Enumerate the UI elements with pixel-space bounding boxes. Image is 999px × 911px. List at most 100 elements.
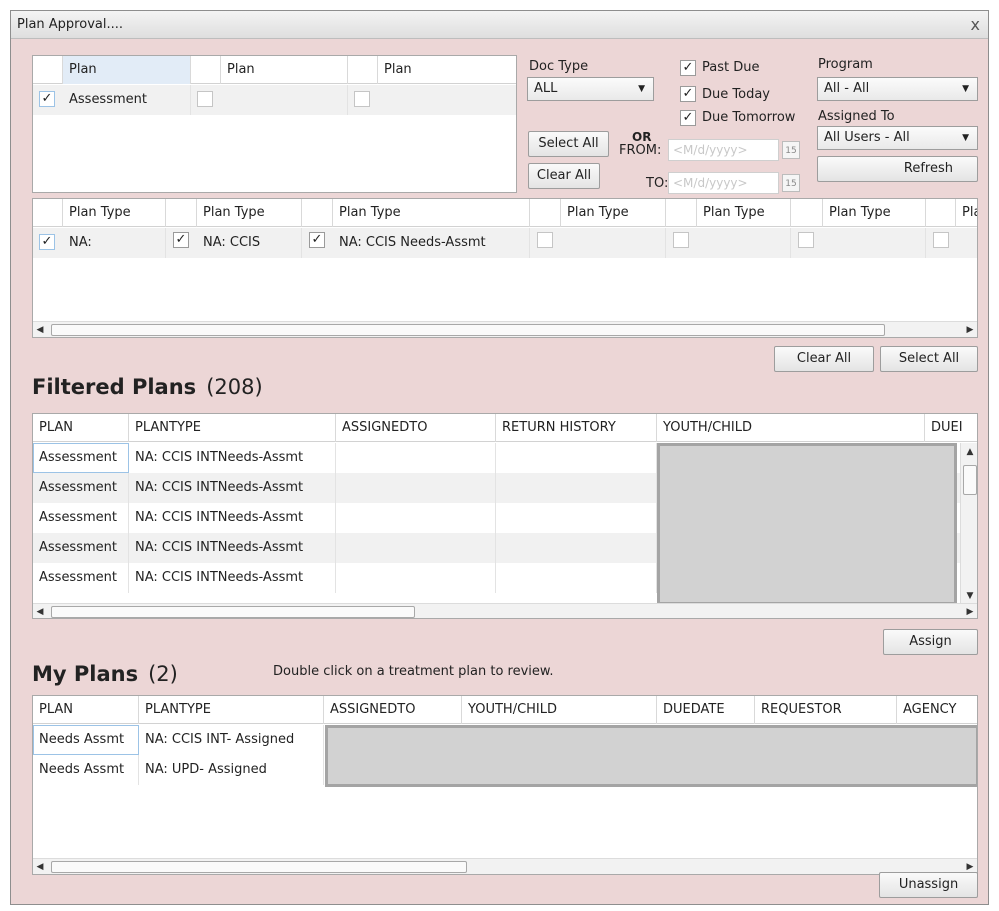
program-select[interactable]: All - All ▼ xyxy=(817,77,978,101)
scroll-right-icon[interactable]: ▶ xyxy=(963,604,977,618)
scroll-left-icon[interactable]: ◀ xyxy=(33,604,47,618)
plantype-cell[interactable]: NA: CCIS INT- Assigned xyxy=(139,725,324,755)
select-all-plans-button[interactable]: Select All xyxy=(528,131,609,157)
plantype-cell[interactable]: NA: CCIS INTNeeds-Assmt xyxy=(129,503,336,533)
col-plan[interactable]: PLAN xyxy=(33,696,139,724)
plan-type-checkbox-5[interactable] xyxy=(673,232,689,248)
plan-cell-3[interactable] xyxy=(378,85,516,115)
clear-all-types-button[interactable]: Clear All xyxy=(774,346,874,372)
col-plantype[interactable]: PLANTYPE xyxy=(139,696,324,724)
col-youth-child[interactable]: YOUTH/CHILD xyxy=(462,696,657,724)
plan-type-cell-4[interactable] xyxy=(561,228,666,258)
past-due-checkbox[interactable]: ✓ xyxy=(680,60,696,76)
my-plans-hscrollbar[interactable]: ◀ ▶ xyxy=(33,858,977,874)
scroll-right-icon[interactable]: ▶ xyxy=(963,322,977,337)
to-date-input[interactable]: <M/d/yyyy> xyxy=(668,172,779,194)
plan-cell[interactable]: Assessment xyxy=(33,473,129,503)
plan-cell[interactable]: Assessment xyxy=(33,503,129,533)
plan-checkbox-2[interactable] xyxy=(197,91,213,107)
plan-cell[interactable]: Assessment xyxy=(33,563,129,593)
return-history-cell[interactable] xyxy=(496,473,657,503)
due-today-checkbox[interactable]: ✓ xyxy=(680,86,696,102)
return-history-cell[interactable] xyxy=(496,443,657,473)
scroll-thumb[interactable] xyxy=(51,324,885,336)
doc-type-select[interactable]: ALL ▼ xyxy=(527,77,654,101)
plan-type-header-6[interactable]: Plan Type xyxy=(823,199,926,227)
scroll-left-icon[interactable]: ◀ xyxy=(33,859,47,874)
refresh-button[interactable]: Refresh xyxy=(817,156,978,182)
plan-type-checkbox-1[interactable]: ✓ xyxy=(39,234,55,250)
col-assignedto[interactable]: ASSIGNEDTO xyxy=(336,414,496,442)
assignedto-cell[interactable] xyxy=(336,443,496,473)
filtered-plans-vscrollbar[interactable]: ▲ ▼ xyxy=(960,443,977,605)
plan-grid-header-3[interactable]: Plan xyxy=(378,56,516,84)
filtered-plans-hscrollbar[interactable]: ◀ ▶ xyxy=(33,603,977,618)
close-icon[interactable]: x xyxy=(971,15,980,34)
plan-type-cell-5[interactable] xyxy=(697,228,791,258)
unassign-button[interactable]: Unassign xyxy=(879,872,978,898)
plantype-cell[interactable]: NA: CCIS INTNeeds-Assmt xyxy=(129,473,336,503)
assignedto-cell[interactable] xyxy=(336,533,496,563)
plan-type-header-4[interactable]: Plan Type xyxy=(561,199,666,227)
plan-type-checkbox-3[interactable]: ✓ xyxy=(309,232,325,248)
plan-grid-header-2[interactable]: Plan xyxy=(221,56,348,84)
plan-cell[interactable]: Needs Assmt xyxy=(33,755,139,785)
assignedto-cell[interactable] xyxy=(336,503,496,533)
plan-cell[interactable]: Needs Assmt xyxy=(33,725,139,755)
to-calendar-icon[interactable]: 15 xyxy=(782,174,800,192)
assign-button[interactable]: Assign xyxy=(883,629,978,655)
col-duedate[interactable]: DUEI xyxy=(925,414,965,442)
col-assignedto[interactable]: ASSIGNEDTO xyxy=(324,696,462,724)
plan-cell[interactable]: Assessment xyxy=(33,533,129,563)
scroll-thumb[interactable] xyxy=(51,606,415,618)
assignedto-cell[interactable] xyxy=(336,563,496,593)
assigned-to-select[interactable]: All Users - All ▼ xyxy=(817,126,978,150)
plantype-cell[interactable]: NA: CCIS INTNeeds-Assmt xyxy=(129,563,336,593)
plan-cell-2[interactable] xyxy=(221,85,348,115)
plan-type-header-7[interactable]: Pla xyxy=(956,199,977,227)
plan-type-checkbox-2[interactable]: ✓ xyxy=(173,232,189,248)
plan-type-cell-3[interactable]: NA: CCIS Needs-Assmt xyxy=(333,228,530,258)
select-all-types-button[interactable]: Select All xyxy=(880,346,978,372)
scroll-thumb[interactable] xyxy=(51,861,467,873)
plan-type-header-2[interactable]: Plan Type xyxy=(197,199,302,227)
return-history-cell[interactable] xyxy=(496,503,657,533)
plan-type-cell-6[interactable] xyxy=(823,228,926,258)
plan-type-checkbox-6[interactable] xyxy=(798,232,814,248)
plan-checkbox-3[interactable] xyxy=(354,91,370,107)
assignedto-cell[interactable] xyxy=(336,473,496,503)
scroll-left-icon[interactable]: ◀ xyxy=(33,322,47,337)
plan-type-checkbox-4[interactable] xyxy=(537,232,553,248)
plan-type-header-1[interactable]: Plan Type xyxy=(63,199,166,227)
col-return-history[interactable]: RETURN HISTORY xyxy=(496,414,657,442)
plan-checkbox-1[interactable]: ✓ xyxy=(39,91,55,107)
plan-cell-1[interactable]: Assessment xyxy=(63,85,191,115)
plan-cell[interactable]: Assessment xyxy=(33,443,129,473)
return-history-cell[interactable] xyxy=(496,533,657,563)
plan-grid-row[interactable]: ✓ Assessment xyxy=(33,85,516,115)
clear-all-plans-button[interactable]: Clear All xyxy=(528,163,600,189)
scroll-up-icon[interactable]: ▲ xyxy=(961,445,977,459)
plan-type-checkbox-7[interactable] xyxy=(933,232,949,248)
from-calendar-icon[interactable]: 15 xyxy=(782,141,800,159)
from-date-input[interactable]: <M/d/yyyy> xyxy=(668,139,779,161)
plan-type-cell-1[interactable]: NA: xyxy=(63,228,166,258)
scroll-down-icon[interactable]: ▼ xyxy=(961,589,977,603)
plan-type-header-5[interactable]: Plan Type xyxy=(697,199,791,227)
col-youth-child[interactable]: YOUTH/CHILD xyxy=(657,414,925,442)
col-agency[interactable]: AGENCY xyxy=(897,696,977,724)
plan-type-hscrollbar[interactable]: ◀ ▶ xyxy=(33,321,977,337)
plan-type-cell-7[interactable] xyxy=(956,228,977,258)
col-plantype[interactable]: PLANTYPE xyxy=(129,414,336,442)
plantype-cell[interactable]: NA: UPD- Assigned xyxy=(139,755,324,785)
plan-type-cell-2[interactable]: NA: CCIS xyxy=(197,228,302,258)
plantype-cell[interactable]: NA: CCIS INTNeeds-Assmt xyxy=(129,443,336,473)
col-requestor[interactable]: REQUESTOR xyxy=(755,696,897,724)
return-history-cell[interactable] xyxy=(496,563,657,593)
plan-type-header-3[interactable]: Plan Type xyxy=(333,199,530,227)
due-tomorrow-checkbox[interactable]: ✓ xyxy=(680,110,696,126)
scroll-thumb[interactable] xyxy=(963,465,977,495)
plan-type-row[interactable]: ✓ NA: ✓ NA: CCIS ✓ NA: CCIS Needs-Assmt xyxy=(33,228,977,258)
col-duedate[interactable]: DUEDATE xyxy=(657,696,755,724)
col-plan[interactable]: PLAN xyxy=(33,414,129,442)
